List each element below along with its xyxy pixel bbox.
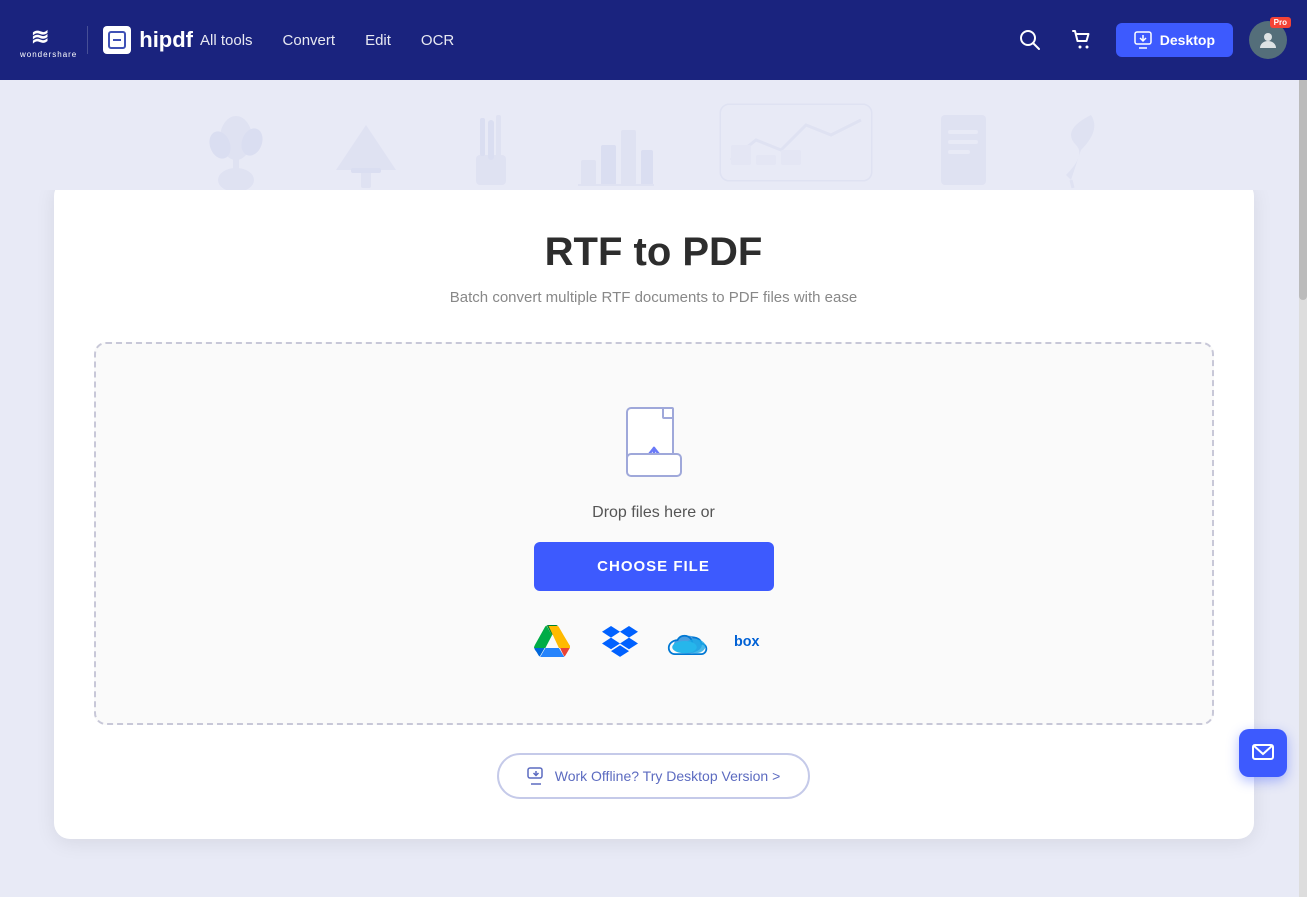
avatar-icon — [1257, 29, 1279, 51]
nav-all-tools[interactable]: All tools — [200, 32, 253, 49]
nav-convert[interactable]: Convert — [283, 32, 336, 49]
message-icon — [1251, 741, 1275, 765]
desktop-offline-icon — [527, 767, 545, 785]
hipdf-logo: hipdf — [87, 26, 193, 54]
desktop-btn-label: Desktop — [1160, 32, 1215, 48]
pencil-cup-illustration — [466, 110, 516, 190]
upload-file-icon — [619, 404, 689, 484]
scrollbar[interactable] — [1299, 0, 1307, 897]
google-drive-icon — [534, 625, 570, 657]
converter-card: RTF to PDF Batch convert multiple RTF do… — [54, 180, 1254, 839]
pro-badge: Pro — [1270, 17, 1291, 28]
nav-ocr[interactable]: OCR — [421, 32, 454, 49]
dropbox-icon — [602, 625, 638, 657]
choose-file-button[interactable]: CHOOSE FILE — [534, 542, 774, 591]
hipdf-icon-box — [103, 26, 131, 54]
dropbox-button[interactable] — [598, 619, 642, 663]
box-icon: box — [734, 630, 778, 652]
hero-illustrations — [206, 100, 1101, 190]
hipdf-label: hipdf — [139, 27, 193, 53]
plant-illustration — [206, 110, 266, 190]
quill-illustration — [1051, 110, 1101, 190]
nav-actions: Desktop Pro — [1012, 21, 1287, 59]
box-button[interactable]: box — [734, 619, 778, 663]
drop-text: Drop files here or — [592, 504, 715, 522]
cart-button[interactable] — [1064, 22, 1100, 58]
search-icon — [1019, 29, 1041, 51]
ws-icon: ≋ — [31, 22, 67, 50]
desktop-button[interactable]: Desktop — [1116, 23, 1233, 57]
offline-banner-text: Work Offline? Try Desktop Version > — [555, 768, 781, 784]
wondershare-text: wondershare — [20, 50, 77, 59]
onedrive-icon — [667, 626, 709, 656]
bar-chart-illustration — [576, 110, 656, 190]
document-illustration — [936, 110, 991, 190]
search-button[interactable] — [1012, 22, 1048, 58]
monitor-chart-illustration — [716, 100, 876, 190]
nav-edit[interactable]: Edit — [365, 32, 391, 49]
svg-text:box: box — [734, 634, 759, 650]
offline-desktop-button[interactable]: Work Offline? Try Desktop Version > — [497, 753, 811, 799]
page-subtitle: Batch convert multiple RTF documents to … — [94, 289, 1214, 306]
cart-icon — [1071, 29, 1093, 51]
onedrive-button[interactable] — [666, 619, 710, 663]
hero-background — [0, 80, 1307, 190]
user-avatar[interactable]: Pro — [1249, 21, 1287, 59]
cloud-services-row: box — [530, 619, 778, 663]
brand-logo: ≋ wondershare hipdf — [20, 22, 160, 59]
desktop-download-icon — [1134, 31, 1152, 49]
svg-text:≋: ≋ — [31, 24, 49, 49]
lamp-illustration — [326, 110, 406, 190]
drop-zone[interactable]: Drop files here or CHOOSE FILE — [94, 342, 1214, 725]
main-content: RTF to PDF Batch convert multiple RTF do… — [0, 180, 1307, 879]
float-message-button[interactable] — [1239, 729, 1287, 777]
google-drive-button[interactable] — [530, 619, 574, 663]
upload-icon-wrapper — [619, 404, 689, 484]
nav-links: All tools Convert Edit OCR — [200, 32, 1012, 49]
offline-banner: Work Offline? Try Desktop Version > — [94, 753, 1214, 799]
wondershare-logo: ≋ wondershare — [20, 22, 87, 59]
page-title: RTF to PDF — [94, 230, 1214, 275]
navbar: ≋ wondershare hipdf All tools Convert Ed… — [0, 0, 1307, 80]
